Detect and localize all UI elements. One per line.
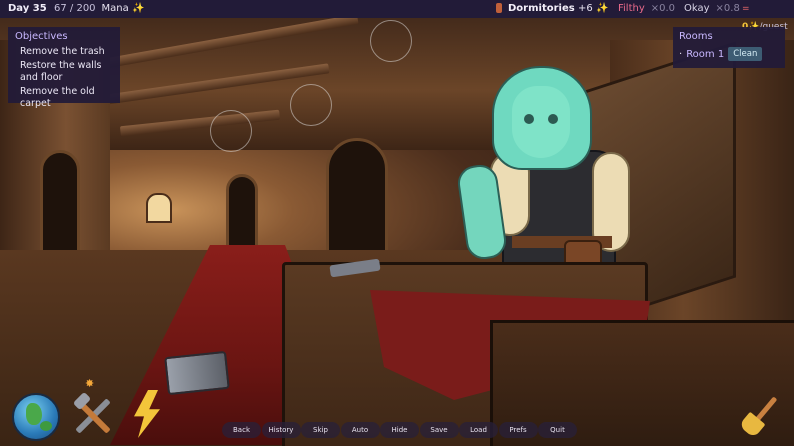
okay-label: Okay: [684, 3, 710, 14]
cobweb[interactable]: [370, 20, 412, 62]
load-button[interactable]: Load: [459, 422, 498, 438]
objective-item: Remove the old carpet: [20, 86, 95, 109]
room-bonus-value: +6: [578, 3, 593, 14]
objective-item: Restore the walls and floor: [20, 60, 102, 83]
filthy-status: Filthy ×0.0: [618, 0, 675, 18]
back-button[interactable]: Back: [222, 422, 261, 438]
objectives-title: Objectives: [15, 31, 68, 42]
ghost-eye-left: [524, 114, 534, 124]
auto-button[interactable]: Auto: [340, 422, 380, 438]
room-bonus: +6 ✨: [578, 0, 608, 18]
rooms-title: Rooms: [679, 31, 713, 42]
objectives-panel: Objectives Remove the trash Restore the …: [8, 27, 120, 109]
history-button[interactable]: History: [261, 422, 301, 438]
day-counter: Day 35: [8, 3, 47, 14]
mana-value: 67 / 200: [54, 3, 96, 14]
prefs-button[interactable]: Prefs: [498, 422, 538, 438]
notification-burst-icon: ✸: [85, 377, 95, 390]
quit-button[interactable]: Quit: [538, 422, 577, 438]
ghost-eye-right: [548, 114, 558, 124]
mana-display: 67 / 200 Mana ✨: [54, 0, 144, 18]
ghost-face: [512, 86, 570, 158]
objective-item: Remove the trash: [20, 46, 105, 57]
status-badge: Clean: [728, 47, 763, 61]
equals-sign: =: [742, 4, 750, 14]
globe-land: [26, 403, 42, 425]
room-list-item[interactable]: · Room 1 Clean: [679, 47, 785, 61]
metal-mug-trash[interactable]: [164, 350, 230, 396]
cobweb[interactable]: [210, 110, 252, 152]
current-room-indicator: Dormitories: [496, 0, 575, 18]
bullet: ·: [679, 48, 683, 60]
broom-icon[interactable]: [738, 394, 784, 439]
door-icon: [496, 3, 502, 13]
globe-land: [40, 421, 52, 431]
current-room-name: Dormitories: [508, 3, 575, 14]
quick-menu: Back History Skip Auto Hide Save Load Pr…: [222, 422, 578, 438]
sparkle-icon: ✨: [595, 3, 609, 14]
globe-icon[interactable]: [12, 393, 60, 441]
filthy-multiplier: ×0.0: [650, 3, 676, 14]
room-name: Room 1: [686, 48, 725, 60]
status-bar: Day 35 67 / 200 Mana ✨ Dormitories +6 ✨ F…: [0, 0, 794, 32]
skip-button[interactable]: Skip: [301, 422, 340, 438]
mana-label: Mana: [101, 3, 129, 14]
sparkle-icon: ✨: [131, 3, 145, 14]
save-button[interactable]: Save: [419, 422, 459, 438]
cobweb[interactable]: [290, 84, 332, 126]
hide-button[interactable]: Hide: [380, 422, 419, 438]
arched-window: [146, 193, 172, 223]
filthy-label: Filthy: [618, 3, 645, 14]
okay-status: Okay ×0.8: [684, 0, 740, 18]
okay-multiplier: ×0.8: [715, 3, 740, 14]
hammer-wrench-icon[interactable]: [70, 391, 114, 436]
rooms-panel: Rooms · Room 1 Clean: [673, 27, 785, 68]
